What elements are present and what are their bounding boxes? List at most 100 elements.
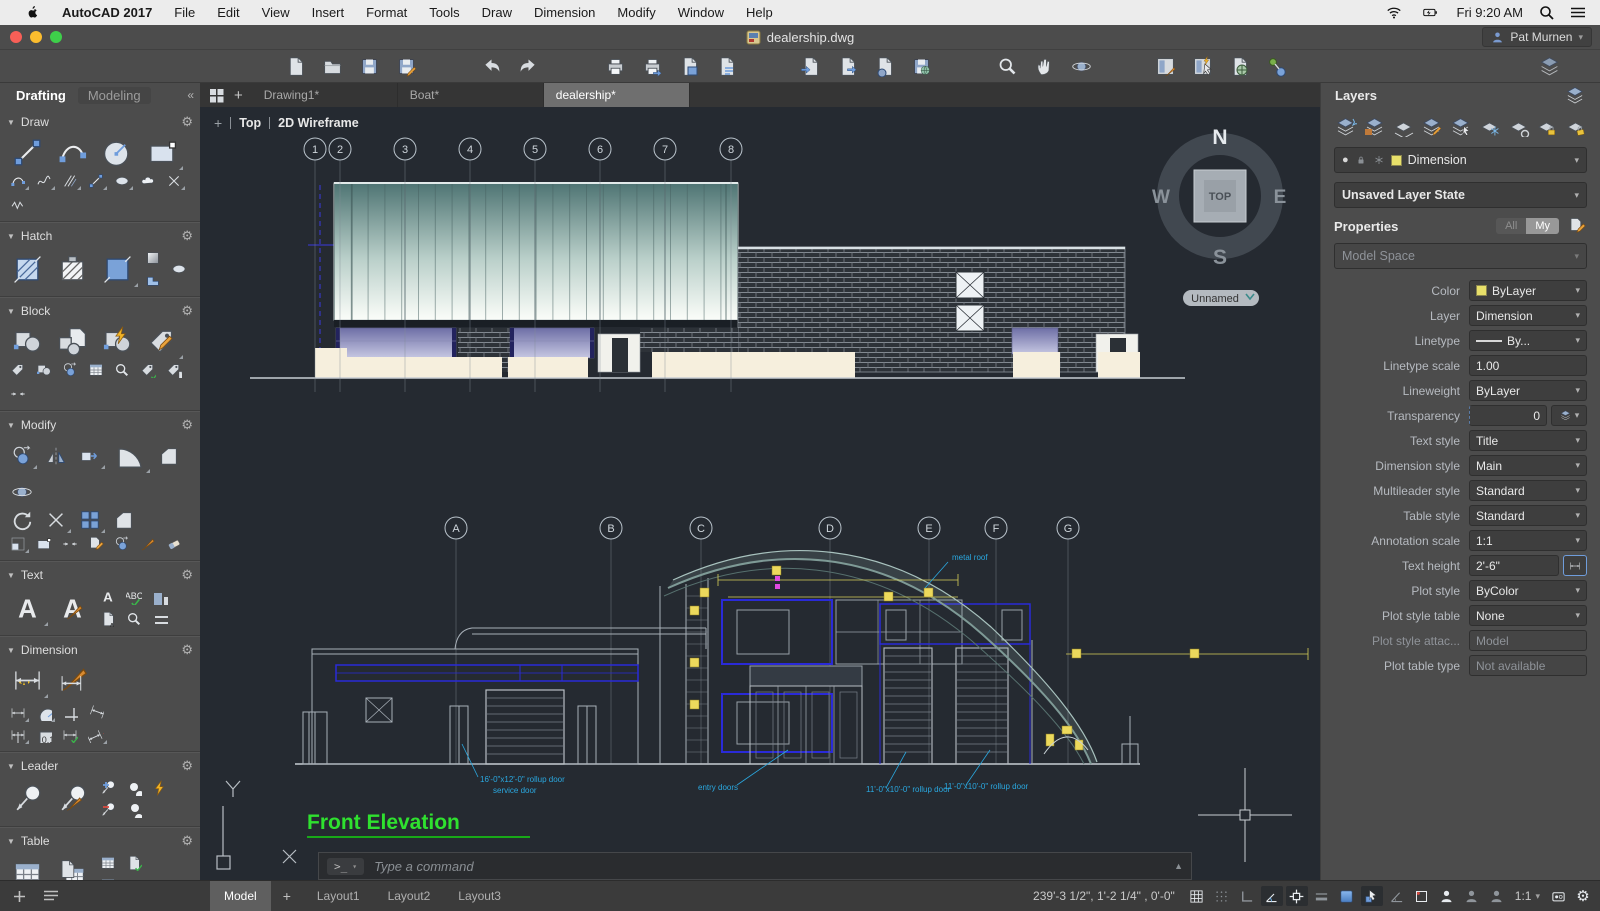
rotate-tool-icon[interactable] — [7, 506, 37, 534]
linetype-scale-input[interactable]: 1.00 — [1469, 355, 1587, 376]
new-file-icon[interactable] — [282, 53, 308, 79]
color-dropdown[interactable]: ByLayer▾ — [1469, 280, 1587, 301]
remove-leader-icon[interactable] — [97, 800, 119, 820]
layer-new-icon[interactable] — [1334, 117, 1357, 137]
command-expand-icon[interactable]: ▲ — [1174, 861, 1183, 871]
viewport-view-button[interactable]: Top — [239, 116, 261, 130]
collapse-arrow-icon[interactable]: ▼ — [7, 421, 15, 430]
collapse-arrow-icon[interactable]: ▼ — [7, 646, 15, 655]
collapse-arrow-icon[interactable]: ▼ — [7, 118, 15, 127]
object-snap-icon[interactable] — [1286, 886, 1308, 906]
gear-icon[interactable]: ⚙ — [181, 303, 193, 319]
point-tool-icon[interactable] — [163, 171, 185, 191]
model-space-canvas[interactable]: + Top 2D Wireframe — [200, 107, 1320, 880]
lineweight-dropdown[interactable]: ByLayer▾ — [1469, 380, 1587, 401]
layers-icon[interactable] — [1564, 86, 1586, 105]
menu-format[interactable]: Format — [355, 5, 418, 20]
solid-hatch-icon[interactable] — [97, 251, 138, 288]
command-input[interactable]: Type a command — [374, 859, 473, 874]
gear-icon[interactable]: ⚙ — [181, 567, 193, 583]
viewcube-south[interactable]: S — [1213, 246, 1227, 269]
array-tool-icon[interactable] — [75, 506, 105, 534]
attribute-tag-icon[interactable] — [7, 360, 29, 380]
menu-view[interactable]: View — [251, 5, 301, 20]
wifi-icon[interactable] — [1385, 5, 1403, 20]
open-file-icon[interactable] — [319, 53, 345, 79]
table-cell-text-icon[interactable]: A — [97, 853, 119, 873]
pan-icon[interactable] — [1031, 53, 1057, 79]
viewport-name-dropdown[interactable]: Unnamed — [1183, 290, 1259, 306]
region-tool-icon[interactable] — [168, 259, 190, 279]
close-button[interactable] — [10, 31, 22, 43]
layer-dropdown[interactable]: Dimension▾ — [1469, 305, 1587, 326]
transparency-input[interactable]: 0 — [1469, 405, 1547, 426]
text-frame-icon[interactable]: A — [97, 609, 119, 629]
gear-icon[interactable]: ⚙ — [181, 758, 193, 774]
trim-tool-icon[interactable] — [41, 506, 71, 534]
match-properties-icon[interactable] — [137, 534, 159, 554]
control-center-icon[interactable] — [1570, 6, 1586, 19]
selection-cycling-icon[interactable] — [1361, 886, 1383, 906]
save-icon[interactable] — [356, 53, 382, 79]
layer-off-icon[interactable] — [1507, 117, 1530, 137]
edit-attribute-icon[interactable] — [142, 323, 183, 360]
collapse-arrow-icon[interactable]: ▼ — [7, 762, 15, 771]
collapse-arrow-icon[interactable]: ▼ — [7, 232, 15, 241]
attach-icon[interactable] — [871, 53, 897, 79]
construction-line-icon[interactable] — [59, 171, 81, 191]
sync-attributes-icon[interactable] — [137, 360, 159, 380]
text-align-icon[interactable] — [149, 609, 171, 629]
text-height-pick-icon[interactable] — [1563, 555, 1587, 576]
ellipse-tool-icon[interactable] — [111, 171, 133, 191]
workspace-icon[interactable] — [1547, 886, 1569, 906]
join-tool-icon[interactable] — [59, 534, 81, 554]
layer-unlock-icon[interactable] — [1564, 117, 1587, 137]
text-height-input[interactable]: 2'-6" — [1469, 555, 1559, 576]
isodraft-icon[interactable] — [1386, 886, 1408, 906]
layer-lock-icon[interactable] — [1535, 117, 1558, 137]
block-editor-icon[interactable] — [97, 323, 138, 360]
annotation-sync-icon[interactable] — [1486, 886, 1508, 906]
battery-icon[interactable] — [1419, 5, 1441, 20]
ordinate-dimension-icon[interactable] — [59, 703, 81, 723]
viewcube-east[interactable]: E — [1274, 187, 1287, 208]
dimension-break-icon[interactable] — [85, 725, 107, 745]
import-icon[interactable] — [797, 53, 823, 79]
polar-tracking-icon[interactable] — [1261, 886, 1283, 906]
layer-color-swatch[interactable] — [1391, 155, 1402, 166]
command-prompt[interactable]: >_▾ — [327, 858, 364, 875]
gear-icon[interactable]: ⚙ — [181, 114, 193, 130]
edit-properties-icon[interactable] — [1567, 217, 1587, 235]
revision-cloud-icon[interactable] — [137, 171, 159, 191]
menu-edit[interactable]: Edit — [206, 5, 250, 20]
table-tool-icon[interactable] — [7, 856, 48, 881]
layout2-tab[interactable]: Layout2 — [374, 881, 445, 911]
rotate3d-tool-icon[interactable] — [7, 478, 37, 506]
transparency-dropdown[interactable]: ▾ — [1551, 405, 1587, 426]
current-layer-dropdown[interactable]: ● Dimension ▾ — [1334, 147, 1587, 173]
text-style-icon[interactable] — [52, 590, 93, 627]
jogged-dimension-icon[interactable] — [85, 703, 107, 723]
convert-tool-icon[interactable] — [111, 534, 133, 554]
add-leader-icon[interactable] — [97, 778, 119, 798]
block-group-icon[interactable] — [59, 360, 81, 380]
arc-flyout-icon[interactable] — [7, 171, 29, 191]
customization-gear-icon[interactable]: ⚙ — [1572, 886, 1594, 906]
menu-dimension[interactable]: Dimension — [523, 5, 606, 20]
mirror-tool-icon[interactable] — [41, 442, 71, 470]
create-block-icon[interactable] — [52, 323, 93, 360]
circle-tool-icon[interactable] — [97, 134, 138, 171]
viewcube-north[interactable]: N — [1212, 126, 1227, 149]
doc-tab-dealership[interactable]: dealership* — [544, 83, 690, 107]
view-cube[interactable]: TOP N W E S — [1152, 126, 1286, 269]
single-text-icon[interactable] — [97, 587, 119, 607]
annotation-scale-icon[interactable] — [1461, 886, 1483, 906]
snap-icon[interactable] — [1211, 886, 1233, 906]
hatch-tool-icon[interactable] — [7, 251, 48, 288]
line-tool-icon[interactable] — [7, 134, 48, 171]
tab-overview-icon[interactable] — [209, 88, 224, 103]
collapse-panel-icon[interactable]: « — [187, 88, 194, 102]
layer-state-dropdown[interactable]: Unsaved Layer State ▾ — [1334, 182, 1587, 208]
spline-tool-icon[interactable] — [33, 171, 55, 191]
fillet-tool-icon[interactable] — [109, 437, 150, 474]
